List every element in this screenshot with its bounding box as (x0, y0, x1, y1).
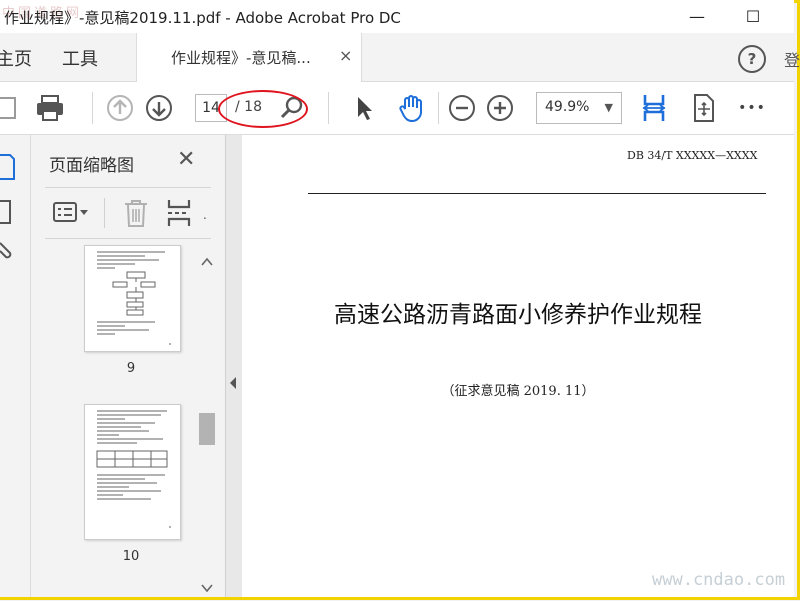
save-icon[interactable] (0, 92, 22, 124)
toolbar-separator (438, 92, 439, 124)
red-annotation-circle (218, 90, 308, 128)
document-subtitle: （征求意见稿 2019. 11） (441, 384, 595, 399)
menu-bar: 主页 工具 作业规程》-意见稿... × ? 登 (0, 33, 800, 82)
panel-overflow-icon[interactable]: . (203, 208, 207, 222)
toolbar: 14 / 18 49.9% ▼ ••• (0, 82, 794, 135)
hand-tool-icon[interactable] (396, 92, 428, 124)
page-thumbnail[interactable] (84, 245, 181, 352)
thumbnail-preview (96, 410, 171, 528)
print-icon[interactable] (34, 92, 66, 124)
minimize-icon: — (689, 7, 705, 26)
zoom-out-icon[interactable] (446, 92, 478, 124)
help-icon[interactable]: ? (738, 45, 766, 73)
bottom-watermark: www.cndao.com (652, 570, 786, 590)
zoom-value: 49.9% (545, 99, 590, 115)
select-arrow-icon[interactable] (348, 92, 380, 124)
document-view[interactable]: DB 34/T XXXXX—XXXX 高速公路沥青路面小修养护作业规程 （征求意… (242, 135, 794, 597)
thumbnail-preview (97, 251, 171, 345)
document-tab-label: 作业规程》-意见稿... (171, 49, 311, 67)
close-icon[interactable]: ✕ (177, 147, 195, 172)
toolbar-separator (328, 92, 329, 124)
sign-in-link[interactable]: 登 (784, 47, 800, 71)
navigation-rail (0, 135, 31, 597)
menu-tools[interactable]: 工具 (62, 45, 98, 71)
fit-width-icon[interactable] (638, 92, 670, 124)
minimize-button[interactable]: — (674, 0, 720, 33)
chevron-down-icon: ▼ (604, 101, 613, 114)
document-title: 高速公路沥青路面小修养护作业规程 (334, 302, 702, 328)
thumbnail-options-icon[interactable] (53, 202, 91, 228)
document-tab[interactable]: 作业规程》-意见稿... × (136, 33, 362, 82)
delete-page-icon[interactable] (123, 198, 149, 232)
zoom-select[interactable]: 49.9% ▼ (536, 92, 622, 124)
document-header-code: DB 34/T XXXXX—XXXX (627, 149, 758, 162)
insert-page-icon[interactable] (166, 198, 192, 232)
full-screen-icon[interactable] (688, 92, 720, 124)
menu-home[interactable]: 主页 (0, 45, 32, 71)
tab-close-icon[interactable]: × (339, 46, 352, 65)
zoom-in-icon[interactable] (484, 92, 516, 124)
scrollbar-thumb (199, 413, 215, 445)
scroll-up-icon (201, 257, 213, 266)
scroll-down-icon (201, 584, 213, 593)
collapse-panel-icon (230, 377, 236, 389)
thumbnail-page-number: 9 (126, 361, 136, 376)
panel-title: 页面缩略图 (49, 156, 134, 176)
bookmarks-icon[interactable] (0, 199, 16, 229)
page-thumbnails-panel: 页面缩略图 ✕ . 9 10 (31, 135, 224, 597)
thumbnail-page-number: 10 (122, 549, 140, 564)
maximize-icon: ☐ (745, 7, 761, 26)
panel-separator (104, 198, 105, 228)
page-thumbnails-icon[interactable] (0, 153, 16, 185)
panel-toolbar: . (45, 187, 211, 239)
more-tools-icon[interactable]: ••• (736, 92, 768, 124)
maximize-button[interactable]: ☐ (730, 0, 776, 33)
previous-page-icon[interactable] (104, 92, 136, 124)
window-title: 作业规程》-意见稿2019.11.pdf - Adobe Acrobat Pro… (4, 9, 401, 27)
panel-collapse-gutter[interactable] (225, 135, 243, 597)
thumbnails-scrollbar[interactable] (198, 253, 216, 597)
toolbar-separator (92, 92, 93, 124)
title-bar: 中国道路网 作业规程》-意见稿2019.11.pdf - Adobe Acrob… (0, 0, 794, 33)
page-thumbnail[interactable] (84, 404, 181, 540)
header-rule (308, 193, 766, 194)
next-page-icon[interactable] (143, 92, 175, 124)
attachments-icon[interactable] (0, 239, 16, 267)
